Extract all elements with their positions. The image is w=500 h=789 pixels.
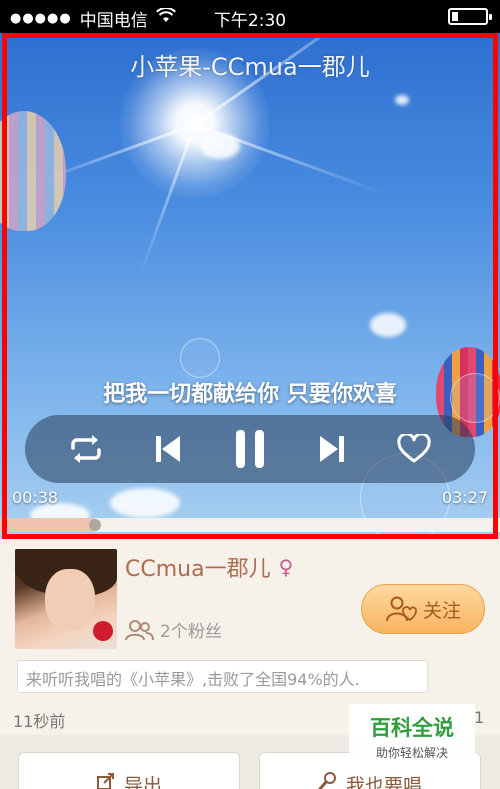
- status-time: 下午2:30: [213, 11, 287, 31]
- microphone-icon: [318, 772, 336, 789]
- repeat-button[interactable]: [61, 424, 111, 474]
- export-label: 导出: [123, 775, 162, 789]
- avatar-flower: [93, 621, 113, 641]
- battery-icon: [448, 8, 492, 25]
- cloud: [395, 95, 409, 105]
- like-button[interactable]: [389, 424, 439, 474]
- skip-next-icon: [320, 436, 344, 462]
- progress-fill: [0, 518, 95, 532]
- cloud: [200, 133, 240, 159]
- fans-icon: [125, 619, 154, 640]
- follow-label: 关注: [422, 599, 461, 622]
- cloud: [110, 488, 180, 518]
- next-button[interactable]: [307, 424, 357, 474]
- watermark-subtitle: 助你轻松解决: [375, 746, 448, 760]
- fans-count[interactable]: 2个粉丝: [124, 617, 222, 642]
- cloud: [370, 313, 406, 337]
- avatar[interactable]: [15, 549, 117, 649]
- bubble: [180, 338, 220, 378]
- current-time: 00:38: [12, 488, 59, 507]
- playback-controls: [25, 415, 475, 483]
- heart-icon: [397, 434, 431, 463]
- skip-previous-icon: [156, 436, 180, 462]
- song-title: 小苹果-CCmua一郡儿: [130, 53, 370, 81]
- hot-air-balloon-image: [0, 111, 66, 231]
- female-icon: ♀: [278, 555, 294, 579]
- username[interactable]: CCmua一郡儿 ♀: [125, 551, 293, 583]
- share-message: 来听听我唱的《小苹果》,击败了全国94%的人.: [17, 660, 428, 693]
- sing-too-label: 我也要唱: [345, 775, 422, 789]
- username-text: CCmua一郡儿: [125, 557, 271, 582]
- add-friend-icon: [385, 596, 417, 622]
- status-bar: ●●●●● 中国电信 下午2:30: [0, 0, 500, 33]
- progress-bar[interactable]: [0, 518, 500, 532]
- post-time: 11秒前: [13, 712, 66, 731]
- export-button[interactable]: 导出: [18, 752, 240, 789]
- repeat-icon: [71, 435, 101, 463]
- watermark-title: 百科全说: [370, 716, 454, 740]
- pause-icon: [236, 430, 264, 468]
- fans-label: 2个粉丝: [160, 622, 222, 642]
- pause-button[interactable]: [225, 424, 275, 474]
- follow-button[interactable]: 关注: [361, 584, 485, 634]
- avatar-face: [45, 569, 95, 631]
- watermark-logo: 百科全说 助你轻松解决: [349, 704, 475, 764]
- export-icon: [96, 773, 114, 789]
- progress-thumb[interactable]: [89, 519, 101, 531]
- total-time: 03:27: [441, 488, 488, 507]
- previous-button[interactable]: [143, 424, 193, 474]
- battery-level: [452, 12, 459, 21]
- music-player[interactable]: 小苹果-CCmua一郡儿 把我一切都献给你 只要你欢喜 00:38 03:27: [0, 33, 500, 539]
- comment-count: 1: [474, 708, 485, 727]
- current-lyric: 把我一切都献给你 只要你欢喜: [103, 382, 397, 407]
